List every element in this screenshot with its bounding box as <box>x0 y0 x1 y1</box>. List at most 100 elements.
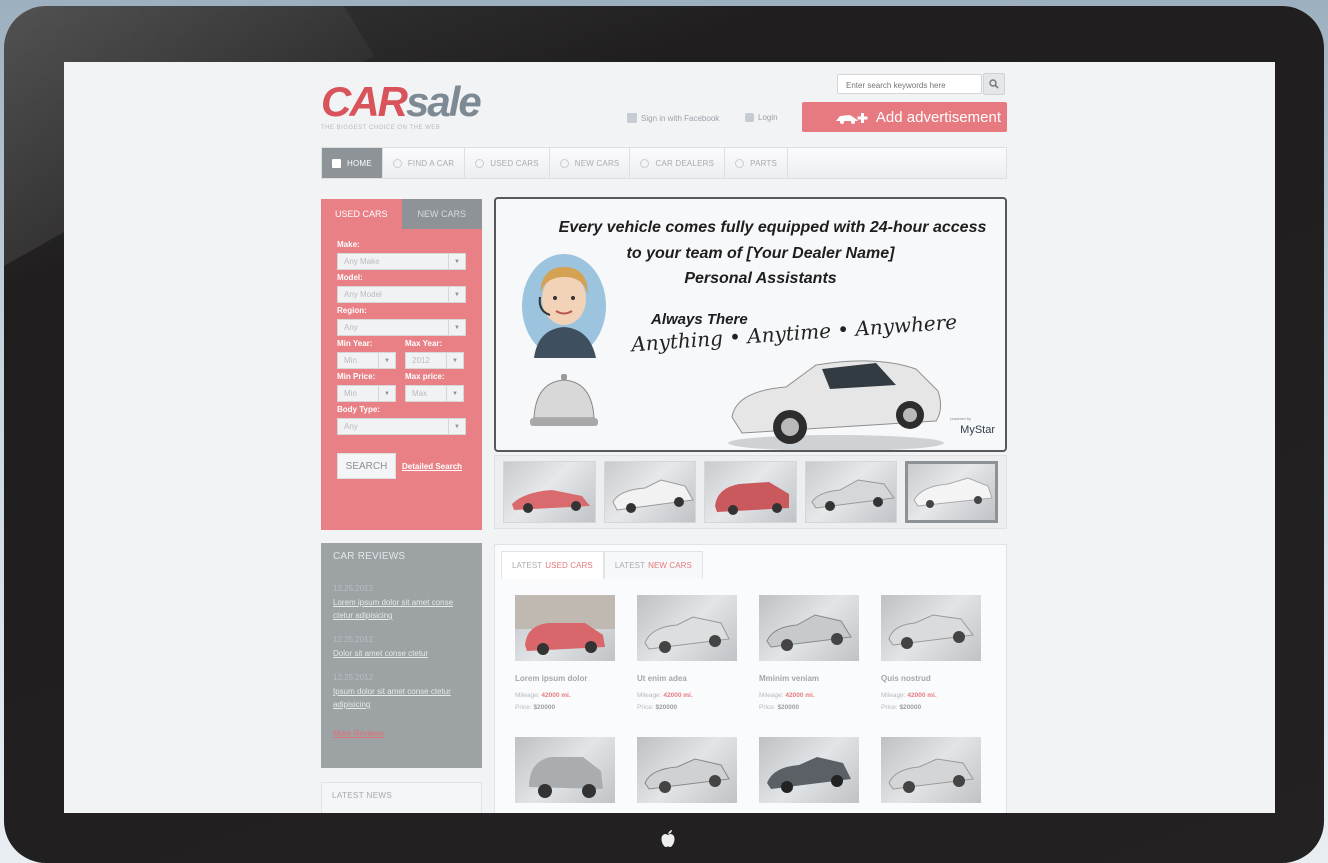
silver-sedan-image <box>811 479 895 511</box>
nav-item-used-cars[interactable]: USED CARS <box>465 148 550 178</box>
max-price-value: Max <box>412 389 428 398</box>
car-listing[interactable] <box>637 737 737 803</box>
make-value: Any Make <box>344 257 380 266</box>
grey-suv-image <box>529 757 603 798</box>
make-select[interactable]: Any Make ▼ <box>337 253 466 270</box>
car-listing-name[interactable]: Lorem ipsum dolor <box>515 674 615 683</box>
mileage-label: Mileage: <box>759 692 784 699</box>
car-listing-image[interactable] <box>515 737 615 803</box>
model-label: Model: <box>337 273 363 282</box>
max-year-value: 2012 <box>412 356 430 365</box>
tablet-device: CARsale THE BIGGEST CHOICE ON THE WEB Si… <box>4 6 1324 863</box>
search-button[interactable] <box>983 73 1005 95</box>
car-listing-grid: Lorem ipsum dolor Mileage: 42000 mi. Pri… <box>515 595 995 803</box>
car-thumbnail[interactable] <box>804 461 898 523</box>
review-item: 12.25.2012 Dolor sit amet conse ctetur <box>333 635 470 660</box>
tab-new-cars[interactable]: NEW CARS <box>401 199 482 229</box>
nav-item-parts[interactable]: PARTS <box>725 148 789 178</box>
car-listing-image[interactable] <box>637 737 737 803</box>
nav-item-find-a-car[interactable]: FIND A CAR <box>383 148 466 178</box>
nav-label: USED CARS <box>490 158 539 168</box>
min-year-value: Min <box>344 356 357 365</box>
site-logo[interactable]: CARsale THE BIGGEST CHOICE ON THE WEB <box>321 78 482 135</box>
banner-line-1: Every vehicle comes fully equipped with … <box>558 219 987 236</box>
car-thumbnail[interactable] <box>704 461 797 523</box>
price-value: $20000 <box>533 704 556 711</box>
tab-accent: USED CARS <box>545 561 593 570</box>
review-link[interactable]: Lorem ipsum dolor sit amet conse ctetur … <box>333 596 470 622</box>
max-year-select[interactable]: 2012 ▼ <box>405 352 464 369</box>
car-listing[interactable]: Ut enim adea Mileage: 42000 mi. Price: $… <box>637 595 737 714</box>
min-year-label: Min Year: <box>337 339 373 348</box>
search-submit-button[interactable]: SEARCH <box>337 453 396 479</box>
price-label: Price: <box>759 704 776 711</box>
car-listing-name[interactable]: Quis nostrud <box>881 674 981 683</box>
region-select[interactable]: Any ▼ <box>337 319 466 336</box>
chevron-down-icon: ▼ <box>378 386 395 401</box>
ad-banner[interactable]: Every vehicle comes fully equipped with … <box>494 197 1007 452</box>
chevron-down-icon: ▼ <box>378 353 395 368</box>
dark-sedan-image <box>767 757 851 793</box>
max-price-select[interactable]: Max ▼ <box>405 385 464 402</box>
tab-latest-new-cars[interactable]: LATEST NEW CARS <box>603 551 703 579</box>
car-listing[interactable]: Mminim veniam Mileage: 42000 mi. Price: … <box>759 595 859 714</box>
search-input[interactable] <box>838 76 981 95</box>
logo-car-text: CAR <box>321 78 408 125</box>
nav-item-home[interactable]: HOME <box>322 148 383 178</box>
add-advertisement-button[interactable]: Add advertisement <box>802 102 1007 132</box>
car-listing[interactable] <box>881 737 981 803</box>
red-hatchback-image <box>715 482 790 515</box>
detailed-search-link[interactable]: Detailed Search <box>402 462 462 471</box>
max-year-label: Max Year: <box>405 339 443 348</box>
price-value: $20000 <box>899 704 922 711</box>
model-select[interactable]: Any Model ▼ <box>337 286 466 303</box>
mileage-label: Mileage: <box>881 692 906 699</box>
min-price-select[interactable]: Min ▼ <box>337 385 396 402</box>
region-label: Region: <box>337 306 367 315</box>
car-thumbnail-selected[interactable] <box>905 461 998 523</box>
chevron-down-icon: ▼ <box>448 254 465 269</box>
nav-label: HOME <box>347 158 372 168</box>
reviews-title: CAR REVIEWS <box>333 551 406 562</box>
min-price-label: Min Price: <box>337 372 376 381</box>
car-listing-image[interactable] <box>881 737 981 803</box>
login-label: Login <box>758 113 778 122</box>
max-price-label: Max price: <box>405 372 445 381</box>
car-thumbnail[interactable] <box>503 461 596 523</box>
car-listing[interactable]: Lorem ipsum dolor Mileage: 42000 mi. Pri… <box>515 595 615 714</box>
review-link[interactable]: Dolor sit amet conse ctetur <box>333 647 470 660</box>
login-link[interactable]: Login <box>745 113 778 122</box>
price-value: $20000 <box>655 704 678 711</box>
mileage-value: 42000 mi. <box>785 692 815 699</box>
price-value: $20000 <box>777 704 800 711</box>
body-type-value: Any <box>344 422 358 431</box>
car-listing-image[interactable] <box>759 595 859 661</box>
mileage-value: 42000 mi. <box>663 692 693 699</box>
car-listing[interactable] <box>515 737 615 803</box>
review-link[interactable]: Ipsum dolor sit amet conse ctetur adipis… <box>333 685 470 711</box>
white-sedan-image <box>612 479 694 513</box>
chevron-down-icon: ▼ <box>448 419 465 434</box>
facebook-login-link[interactable]: Sign in with Facebook <box>627 113 719 123</box>
car-listing[interactable] <box>759 737 859 803</box>
tab-prefix: LATEST <box>614 561 646 570</box>
tab-used-cars[interactable]: USED CARS <box>321 199 402 229</box>
nav-item-car-dealers[interactable]: CAR DEALERS <box>630 148 726 178</box>
car-listing-name[interactable]: Ut enim adea <box>637 674 737 683</box>
car-listing-image[interactable] <box>637 595 737 661</box>
car-listing-name[interactable]: Mminim veniam <box>759 674 859 683</box>
car-listing-image[interactable] <box>881 595 981 661</box>
min-year-select[interactable]: Min ▼ <box>337 352 396 369</box>
car-listing-image[interactable] <box>759 737 859 803</box>
car-listing-image[interactable] <box>515 595 615 661</box>
body-type-select[interactable]: Any ▼ <box>337 418 466 435</box>
mileage-label: Mileage: <box>515 692 540 699</box>
more-reviews-link[interactable]: More Reviews <box>333 729 470 738</box>
nav-bullet-icon <box>475 158 485 168</box>
tab-latest-used-cars[interactable]: LATEST USED CARS <box>501 551 604 579</box>
nav-item-new-cars[interactable]: NEW CARS <box>550 148 631 178</box>
car-listing[interactable]: Quis nostrud Mileage: 42000 mi. Price: $… <box>881 595 981 714</box>
silver-bmw-image <box>888 614 974 649</box>
car-thumbnail[interactable] <box>603 461 697 523</box>
nav-bullet-icon <box>735 158 745 168</box>
